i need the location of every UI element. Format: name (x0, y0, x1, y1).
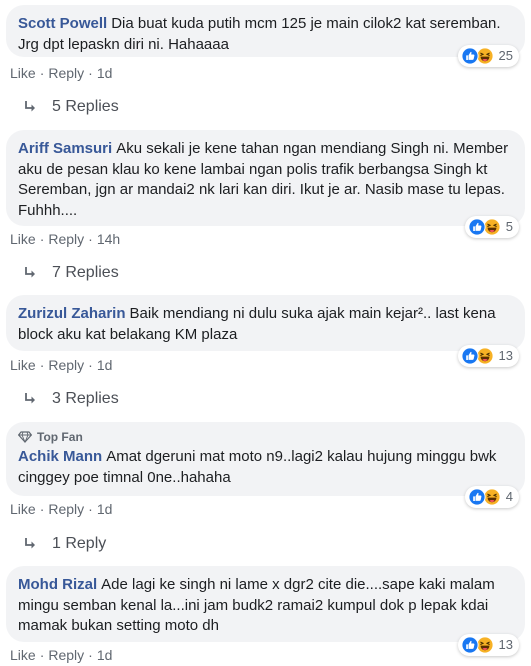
comment-bubble: Ariff Samsuri Aku sekali je kene tahan ng… (6, 130, 525, 238)
comment-bubble: Mohd Rizal Ade lagi ke singh ni lame x dg… (6, 566, 525, 656)
comment-author[interactable]: Zurizul Zaharin (18, 305, 126, 322)
comment-bubble: Scott Powell Dia buat kuda putih mcm 125 … (6, 5, 525, 67)
comment: Scott Powell Dia buat kuda putih mcm 125 … (6, 5, 525, 67)
reaction-count: 5 (505, 218, 513, 234)
like-reaction-icon (461, 347, 479, 365)
reply-link[interactable]: Reply (48, 501, 84, 517)
reply-arrow-icon (22, 391, 38, 407)
comment-actions: Like · Reply · 1d (10, 357, 112, 373)
separator: · (88, 231, 93, 247)
like-link[interactable]: Like (10, 357, 36, 373)
separator: · (88, 65, 93, 81)
like-link[interactable]: Like (10, 501, 36, 517)
comment-author[interactable]: Mohd Rizal (18, 576, 97, 593)
reply-arrow-icon (22, 265, 38, 281)
separator: · (88, 647, 93, 663)
comment: Ariff Samsuri Aku sekali je kene tahan ng… (6, 130, 525, 238)
comment-actions: Like · Reply · 1d (10, 647, 112, 663)
like-link[interactable]: Like (10, 65, 36, 81)
reply-link[interactable]: Reply (48, 231, 84, 247)
comment-bubble: Zurizul Zaharin Baik mendiang ni dulu suk… (6, 295, 525, 367)
reaction-summary[interactable]: 13 (457, 345, 519, 367)
comment-author[interactable]: Achik Mann (18, 448, 102, 465)
reaction-summary[interactable]: 5 (464, 216, 519, 238)
comment-timestamp[interactable]: 1d (97, 357, 113, 373)
view-replies-button[interactable]: 1 Reply (22, 535, 106, 553)
comment-actions: Like · Reply · 1d (10, 501, 112, 517)
reply-link[interactable]: Reply (48, 357, 84, 373)
reaction-count: 25 (498, 47, 513, 63)
replies-count-label: 7 Replies (52, 264, 119, 281)
diamond-icon (18, 431, 32, 443)
comment: Mohd Rizal Ade lagi ke singh ni lame x dg… (6, 566, 525, 656)
comment-timestamp[interactable]: 1d (97, 647, 113, 663)
reaction-summary[interactable]: 13 (457, 634, 519, 656)
comment-timestamp[interactable]: 14h (97, 231, 120, 247)
like-reaction-icon (461, 47, 479, 65)
top-fan-label: Top Fan (37, 429, 83, 444)
comment-actions: Like · Reply · 14h (10, 231, 120, 247)
reaction-count: 13 (498, 636, 513, 652)
separator: · (39, 357, 45, 373)
separator: · (88, 501, 93, 517)
reaction-summary[interactable]: 25 (457, 45, 519, 67)
reaction-count: 4 (505, 488, 513, 504)
comment-timestamp[interactable]: 1d (97, 501, 113, 517)
reaction-count: 13 (498, 347, 513, 363)
comment-author[interactable]: Ariff Samsuri (18, 140, 112, 157)
replies-count-label: 1 Reply (52, 535, 107, 552)
like-link[interactable]: Like (10, 647, 36, 663)
view-replies-button[interactable]: 5 Replies (22, 98, 119, 116)
separator: · (39, 65, 45, 81)
like-reaction-icon (461, 636, 479, 654)
reaction-summary[interactable]: 4 (464, 486, 519, 508)
comment-bubble: Top Fan Achik Mann Amat dgeruni mat moto … (6, 422, 525, 508)
reply-arrow-icon (22, 99, 38, 115)
reply-link[interactable]: Reply (48, 65, 84, 81)
separator: · (88, 357, 93, 373)
replies-count-label: 3 Replies (52, 390, 119, 407)
comment: Top Fan Achik Mann Amat dgeruni mat moto … (6, 422, 525, 508)
comment-author[interactable]: Scott Powell (18, 15, 107, 32)
comment: Zurizul Zaharin Baik mendiang ni dulu suk… (6, 295, 525, 367)
like-reaction-icon (468, 218, 486, 236)
reply-arrow-icon (22, 536, 38, 552)
replies-count-label: 5 Replies (52, 98, 119, 115)
view-replies-button[interactable]: 7 Replies (22, 264, 119, 282)
like-reaction-icon (468, 488, 486, 506)
reply-link[interactable]: Reply (48, 647, 84, 663)
separator: · (39, 647, 45, 663)
like-link[interactable]: Like (10, 231, 36, 247)
top-fan-badge: Top Fan (18, 429, 513, 445)
comment-timestamp[interactable]: 1d (97, 65, 113, 81)
comments-section: Scott Powell Dia buat kuda putih mcm 125 … (0, 0, 531, 666)
comment-actions: Like · Reply · 1d (10, 65, 112, 81)
separator: · (39, 501, 45, 517)
view-replies-button[interactable]: 3 Replies (22, 390, 119, 408)
separator: · (39, 231, 45, 247)
